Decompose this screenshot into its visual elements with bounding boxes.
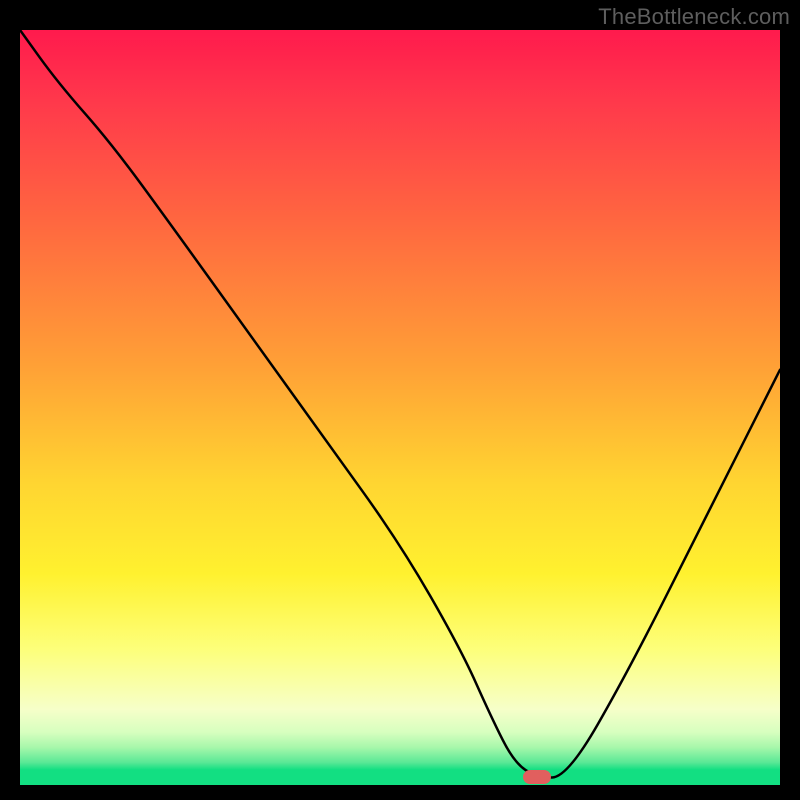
plot-area: [20, 30, 780, 785]
optimal-point-marker: [523, 770, 551, 784]
bottleneck-curve: [20, 30, 780, 785]
watermark-text: TheBottleneck.com: [598, 4, 790, 30]
chart-frame: TheBottleneck.com: [0, 0, 800, 800]
